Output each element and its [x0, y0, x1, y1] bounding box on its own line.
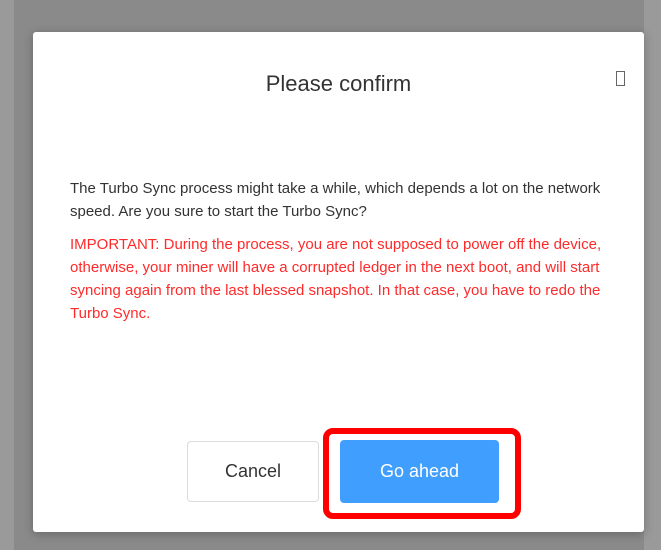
close-icon[interactable] [616, 71, 625, 86]
backdrop-left [0, 0, 14, 550]
confirm-dialog: Please confirm The Turbo Sync process mi… [33, 32, 644, 532]
go-ahead-button[interactable]: Go ahead [340, 440, 499, 503]
dialog-title: Please confirm [265, 71, 412, 96]
dialog-message: The Turbo Sync process might take a whil… [70, 180, 601, 220]
backdrop-right [644, 0, 661, 550]
dialog-body: The Turbo Sync process might take a whil… [70, 177, 614, 325]
warning-message: IMPORTANT: During the process, you are n… [70, 236, 602, 322]
cancel-button[interactable]: Cancel [187, 441, 319, 502]
